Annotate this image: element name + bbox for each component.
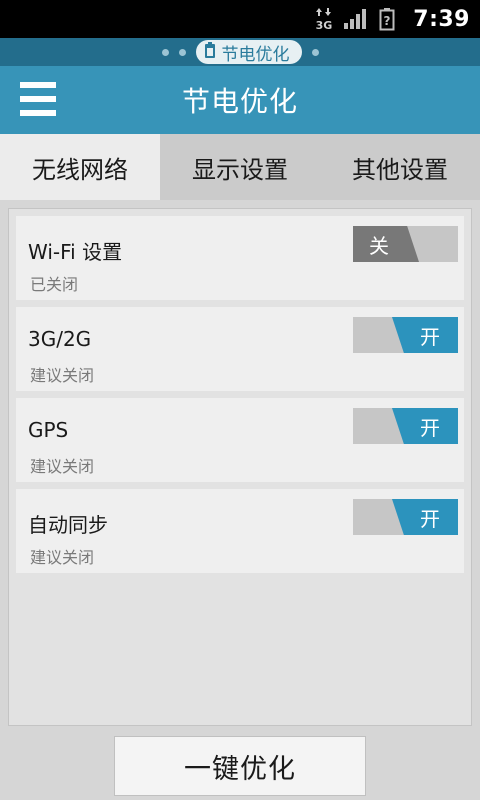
- setting-row-gps[interactable]: GPS 建议关闭 开: [16, 398, 464, 482]
- status-time: 7:39: [413, 6, 470, 32]
- tab-bar: 无线网络 显示设置 其他设置: [0, 134, 480, 200]
- battery-icon: [204, 41, 216, 63]
- setting-row-auto-sync[interactable]: 自动同步 建议关闭 开: [16, 489, 464, 573]
- svg-text:?: ?: [384, 14, 391, 28]
- page-dot[interactable]: [311, 48, 319, 56]
- settings-list: Wi-Fi 设置 已关闭 关 3G/2G 建议关闭 开 GPS 建议关闭 开 自…: [8, 208, 472, 726]
- setting-subtitle: 已关闭: [30, 275, 79, 294]
- setting-subtitle: 建议关闭: [30, 366, 95, 385]
- page-dot[interactable]: [161, 48, 169, 56]
- toggle-knob: 开: [392, 499, 458, 535]
- one-click-optimize-button[interactable]: 一键优化: [114, 736, 366, 796]
- data-transfer-3g-icon: 3G: [315, 7, 333, 31]
- current-page-pill[interactable]: 节电优化: [195, 40, 302, 65]
- toggle-knob: 开: [392, 408, 458, 444]
- tab-display-settings[interactable]: 显示设置: [160, 134, 320, 200]
- setting-row-wifi[interactable]: Wi-Fi 设置 已关闭 关: [16, 216, 464, 300]
- setting-title: GPS: [28, 418, 69, 442]
- page-dot[interactable]: [178, 48, 186, 56]
- wifi-toggle[interactable]: 关: [353, 226, 458, 262]
- gps-toggle[interactable]: 开: [353, 408, 458, 444]
- setting-title: Wi-Fi 设置: [28, 240, 123, 264]
- title-bar: 节电优化: [0, 66, 480, 134]
- toggle-knob: 关: [353, 226, 419, 262]
- svg-text:3G: 3G: [316, 19, 333, 31]
- signal-strength-icon: [343, 8, 369, 30]
- page-indicator: 节电优化: [0, 38, 480, 66]
- tab-wireless-network[interactable]: 无线网络: [0, 134, 160, 200]
- toggle-knob: 开: [392, 317, 458, 353]
- setting-title: 3G/2G: [28, 327, 92, 351]
- mobile-data-toggle[interactable]: 开: [353, 317, 458, 353]
- auto-sync-toggle[interactable]: 开: [353, 499, 458, 535]
- tab-other-settings[interactable]: 其他设置: [320, 134, 480, 200]
- hamburger-menu-icon[interactable]: [20, 82, 56, 116]
- setting-row-mobile-data[interactable]: 3G/2G 建议关闭 开: [16, 307, 464, 391]
- setting-subtitle: 建议关闭: [30, 457, 95, 476]
- setting-subtitle: 建议关闭: [30, 548, 95, 567]
- status-bar: 3G ? 7:39: [0, 0, 480, 38]
- setting-title: 自动同步: [28, 513, 108, 537]
- page-title: 节电优化: [181, 85, 298, 118]
- current-page-label: 节电优化: [221, 44, 290, 65]
- battery-unknown-icon: ?: [379, 7, 395, 31]
